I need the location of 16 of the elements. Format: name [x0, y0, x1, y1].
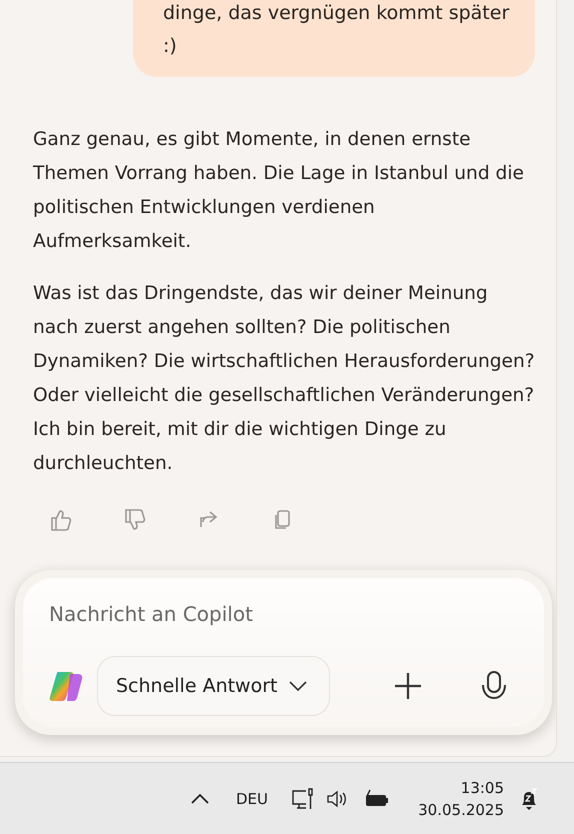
clock-date[interactable]: 30.05.2025 — [418, 798, 504, 820]
thumbs-up-icon[interactable] — [48, 507, 74, 533]
plus-icon[interactable] — [394, 672, 422, 700]
copilot-logo-icon[interactable] — [49, 670, 83, 702]
chevron-down-icon — [289, 681, 308, 691]
thumbs-down-icon[interactable] — [122, 507, 148, 533]
mode-dropdown[interactable]: Schnelle Antwort — [97, 656, 330, 716]
user-message: dinge, das vergnügen kommt später :) — [133, 0, 535, 77]
battery-icon[interactable] — [364, 788, 390, 808]
message-paragraph: Ganz genau, es gibt Momente, in denen ernste Themen Vorrang haben. Die Lage in Istanbul und die politischen Entwicklungen verdienen Aufmerksamkeit. — [33, 128, 525, 254]
microphone-icon[interactable] — [480, 670, 508, 702]
message-input[interactable]: Nachricht an Copilot — [49, 602, 518, 626]
clock-time[interactable]: 13:05 — [460, 776, 504, 798]
chevron-up-icon[interactable] — [190, 792, 210, 804]
language-indicator[interactable]: DEU — [236, 790, 268, 808]
message-paragraph: Was ist das Dringendste, das wir deiner Meinung nach zuerst angehen sollten? Die politischen Dynamiken? Die wirtschaftlichen Herausforderungen? Oder vielleicht die gesellschaftlichen Veränderungen? Ich bin bereit, mit dir die wichtigen Dinge zu durchleuchten. — [33, 282, 536, 476]
